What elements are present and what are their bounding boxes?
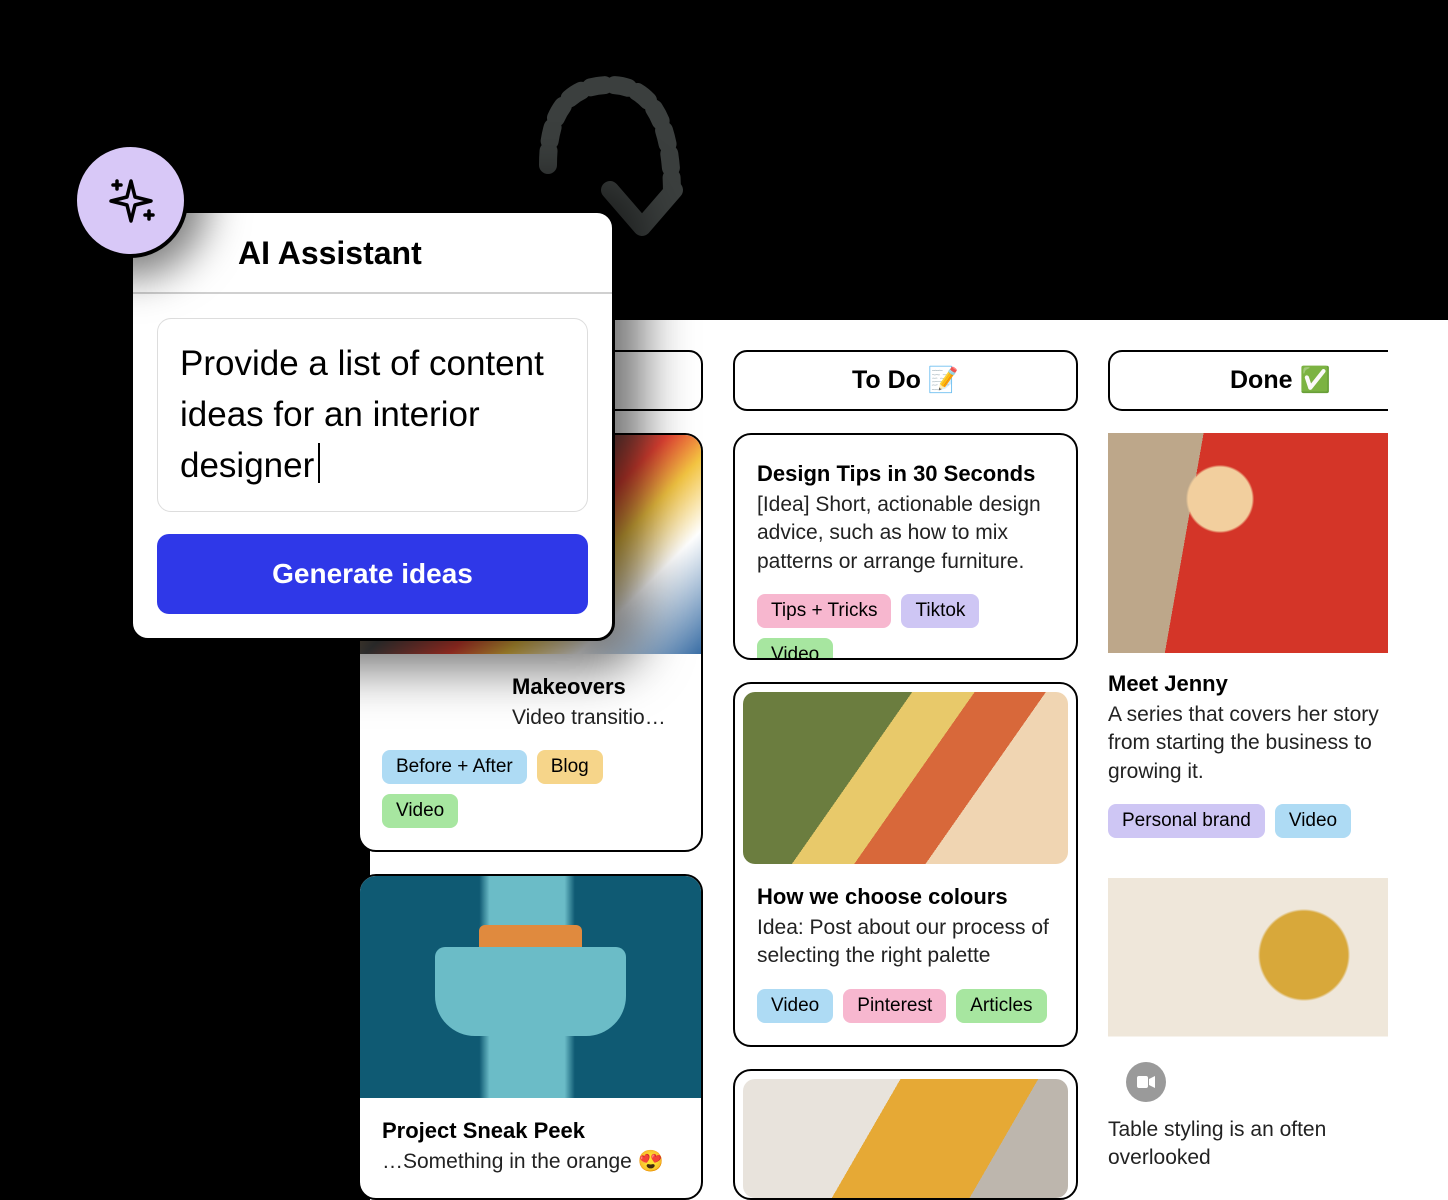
card-text: Video transitio… [382,704,679,732]
tag[interactable]: Tiktok [901,594,979,628]
column-title: Done ✅ [1230,366,1331,394]
card-text: Table styling is an often overlooked [1108,1116,1388,1173]
card-title: Meet Jenny [1108,671,1388,697]
card-image [360,876,701,1097]
tag[interactable]: Personal brand [1108,804,1265,838]
column-todo: To Do 📝 Design Tips in 30 Seconds [Idea]… [733,350,1078,1200]
column-header-done[interactable]: Done ✅ [1108,350,1388,411]
tag[interactable]: Video [757,638,833,660]
tag[interactable]: Blog [537,750,603,784]
column-header-todo[interactable]: To Do 📝 [733,350,1078,411]
card-title: How we choose colours [757,884,1054,910]
card-image [1108,878,1388,1098]
tag[interactable]: Pinterest [843,989,946,1023]
card-text: Idea: Post about our process of selectin… [757,914,1054,971]
card[interactable]: How we choose colours Idea: Post about o… [733,682,1078,1047]
card-title: Makeovers [382,674,679,700]
card-text: [Idea] Short, actionable design advice, … [757,491,1054,576]
ai-prompt-input[interactable]: Provide a list of content ideas for an i… [157,318,588,512]
sparkle-icon [73,143,188,258]
card[interactable]: Meet Jenny A series that covers her stor… [1108,433,1388,856]
card[interactable]: Table styling is an often overlooked [1108,878,1388,1191]
card-title: Design Tips in 30 Seconds [757,461,1054,487]
ai-assistant-panel: AI Assistant Provide a list of content i… [130,210,615,641]
card-image [743,1079,1068,1198]
card-tags: Video Pinterest Articles [757,989,1054,1023]
tag[interactable]: Articles [956,989,1046,1023]
ai-panel-title: AI Assistant [133,213,612,294]
tag[interactable]: Video [382,794,458,828]
column-done: Done ✅ Meet Jenny A series that covers h… [1108,350,1388,1200]
tag[interactable]: Tips + Tricks [757,594,891,628]
card-tags: Tips + Tricks Tiktok Video [757,594,1054,660]
card[interactable]: Design Tips in 30 Seconds [Idea] Short, … [733,433,1078,660]
generate-ideas-button[interactable]: Generate ideas [157,534,588,614]
card[interactable]: Project Sneak Peek …Something in the ora… [358,874,703,1200]
tag[interactable]: Before + After [382,750,527,784]
tag[interactable]: Video [1275,804,1351,838]
card-tags: Before + After Blog Video [382,750,679,828]
card-text: …Something in the orange 😍 [382,1148,679,1176]
text-caret [318,443,320,483]
card-tags: Personal brand Video [1108,804,1388,838]
tag[interactable]: Video [757,989,833,1023]
column-title: To Do 📝 [852,366,959,394]
video-icon [1126,1062,1166,1102]
card-text: A series that covers her story from star… [1108,701,1388,786]
card-image [1108,433,1388,653]
card-title: Project Sneak Peek [382,1118,679,1144]
ai-prompt-text: Provide a list of content ideas for an i… [180,344,544,485]
card[interactable] [733,1069,1078,1200]
card-image [743,692,1068,864]
